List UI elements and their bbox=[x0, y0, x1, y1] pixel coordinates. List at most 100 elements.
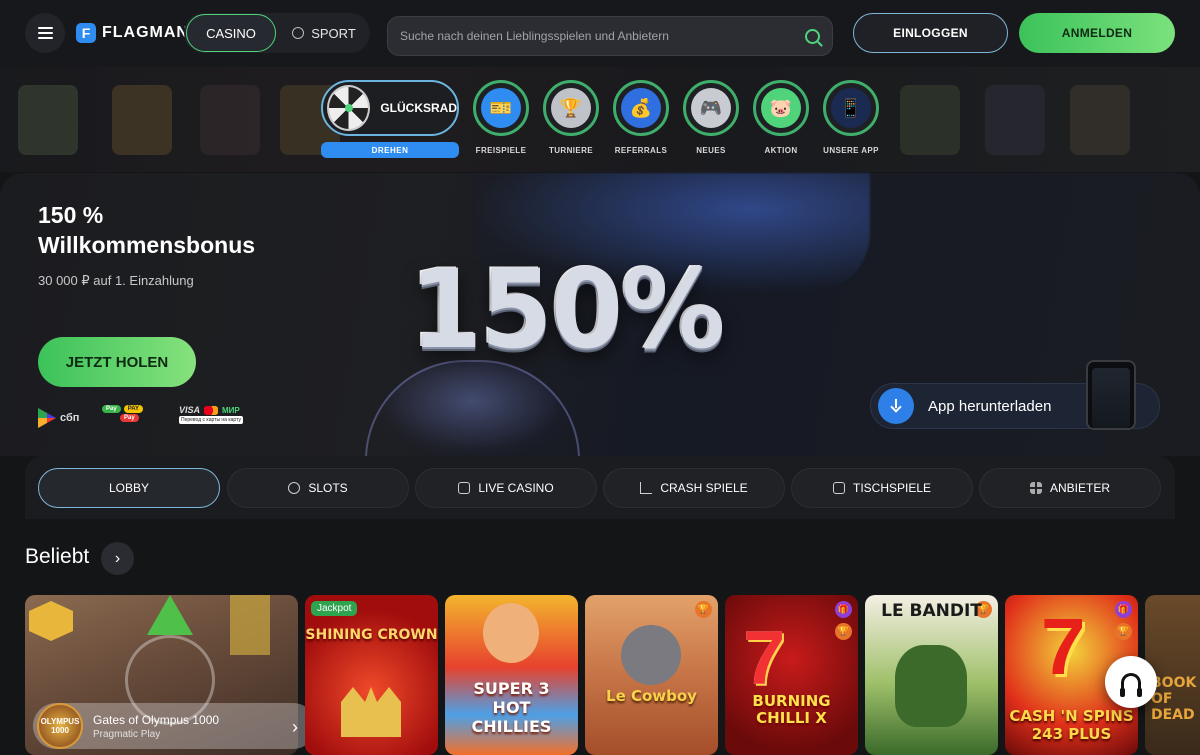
game-card[interactable]: 🎁 🏆 7 BURNING CHILLI X bbox=[725, 595, 858, 755]
featured-game-thumb: OLYMPUS 1000 bbox=[37, 703, 83, 749]
logo[interactable]: F FLAGMAN bbox=[76, 22, 189, 44]
search-input[interactable] bbox=[400, 29, 805, 43]
tab-live-casino[interactable]: LIVE CASINO bbox=[415, 468, 597, 508]
game-tile-blur bbox=[1070, 85, 1130, 155]
quicknav-neues[interactable]: 🎮 bbox=[682, 80, 740, 136]
login-button[interactable]: EINLOGGEN bbox=[853, 13, 1008, 53]
chart-up-icon bbox=[640, 482, 653, 494]
raccoon-art bbox=[621, 625, 681, 685]
tournament-icon: 🏆 bbox=[835, 623, 852, 640]
quicknav-label: NEUES bbox=[696, 146, 726, 155]
sbp-text: сбп bbox=[60, 412, 80, 424]
banner-title: 150 % Willkommensbonus bbox=[38, 200, 255, 260]
gamepad-icon: 🎮 bbox=[691, 88, 731, 128]
bandit-art bbox=[895, 645, 967, 727]
sbp-icon bbox=[38, 408, 56, 428]
seven-art: 7 bbox=[743, 616, 786, 701]
banner-title-line1: 150 % bbox=[38, 202, 104, 228]
section-more-button[interactable]: › bbox=[101, 542, 134, 575]
live-icon bbox=[458, 482, 471, 494]
menu-button[interactable] bbox=[25, 13, 65, 53]
chevron-right-icon: › bbox=[292, 717, 298, 737]
gift-icon: 🎁 bbox=[835, 601, 852, 618]
game-card[interactable]: SUPER 3 HOT CHILLIES bbox=[445, 595, 578, 755]
headset-icon bbox=[1120, 673, 1142, 697]
sbp-logo: сбп bbox=[38, 405, 79, 431]
tab-anbieter[interactable]: ANBIETER bbox=[979, 468, 1161, 508]
spin-button[interactable]: DREHEN bbox=[321, 142, 459, 158]
mir-logo: МИР bbox=[222, 405, 240, 415]
tab-label: LIVE CASINO bbox=[478, 481, 554, 495]
tab-crash-spiele[interactable]: CRASH SPIELE bbox=[603, 468, 785, 508]
menu-icon-line bbox=[37, 37, 53, 39]
download-icon bbox=[878, 388, 914, 424]
quicknav-referrals[interactable]: 💰 bbox=[612, 80, 670, 136]
app-download-label: App herunterladen bbox=[928, 397, 1052, 415]
gem-art bbox=[230, 595, 270, 655]
trophy-icon: 🏆 bbox=[551, 88, 591, 128]
mastercard-icon bbox=[204, 405, 219, 415]
logo-text: FLAGMAN bbox=[102, 24, 189, 41]
game-title: BURNING CHILLI X bbox=[752, 692, 831, 727]
pay-pill: PAY bbox=[123, 405, 144, 413]
sport-tab[interactable]: SPORT bbox=[284, 14, 364, 52]
quicknav-label: FREISPIELE bbox=[475, 146, 527, 155]
phone-mockup bbox=[1086, 360, 1136, 430]
wheel-label: GLÜCKSRAD bbox=[380, 101, 457, 115]
game-tile-blur bbox=[200, 85, 260, 155]
menu-icon-line bbox=[37, 32, 53, 34]
visa-logo: VISA bbox=[179, 405, 201, 415]
game-title: CASH 'N SPINS 243 PLUS bbox=[1009, 707, 1134, 743]
game-tile-blur bbox=[112, 85, 172, 155]
game-title: SHINING CROWN bbox=[305, 627, 438, 643]
tab-label: ANBIETER bbox=[1049, 481, 1110, 495]
seven-art: 7 bbox=[1041, 602, 1086, 691]
quicknav-aktion[interactable]: 🐷 bbox=[752, 80, 810, 136]
logo-mark-icon: F bbox=[76, 23, 96, 43]
money-bag-icon: 💰 bbox=[621, 88, 661, 128]
pay-pill: Pay bbox=[102, 405, 121, 413]
tab-label: TISCHSPIELE bbox=[852, 481, 932, 495]
jackpot-badge: Jackpot bbox=[311, 601, 358, 616]
search-bar bbox=[387, 16, 833, 56]
quicknav-label: REFERRALS bbox=[614, 146, 668, 155]
tournament-icon: 🏆 bbox=[1115, 623, 1132, 640]
tab-lobby[interactable]: LOBBY bbox=[38, 468, 220, 508]
card-logos: VISA МИР Перевод с карты на карту bbox=[179, 405, 243, 431]
wheel-icon bbox=[327, 85, 371, 131]
chef-art bbox=[483, 603, 539, 663]
tab-slots[interactable]: SLOTS bbox=[227, 468, 409, 508]
wheel-of-fortune-button[interactable]: GLÜCKSRAD bbox=[321, 80, 459, 136]
game-tile-blur bbox=[985, 85, 1045, 155]
tab-label: LOBBY bbox=[108, 481, 150, 495]
featured-game-provider: Pragmatic Play bbox=[93, 728, 161, 740]
game-tile-blur bbox=[18, 85, 78, 155]
casino-tab[interactable]: CASINO bbox=[186, 14, 276, 52]
banner-title-line2: Willkommensbonus bbox=[38, 232, 256, 258]
tab-label: SLOTS bbox=[308, 481, 348, 495]
tab-tischspiele[interactable]: TISCHSPIELE bbox=[791, 468, 973, 508]
game-tile-blur bbox=[900, 85, 960, 155]
claim-bonus-button[interactable]: JETZT HOLEN bbox=[38, 337, 196, 387]
tournament-icon: 🏆 bbox=[695, 601, 712, 618]
quicknav-unsere-app[interactable]: 📱 bbox=[822, 80, 880, 136]
quicknav-label: AKTION bbox=[764, 146, 798, 155]
football-icon bbox=[292, 27, 305, 39]
banner-promo-number: 150% bbox=[410, 244, 725, 374]
ticket-icon: 🎫 bbox=[481, 88, 521, 128]
gem-art bbox=[29, 601, 73, 641]
quicknav-label: TURNIERE bbox=[548, 146, 594, 155]
card-transfer-label: Перевод с карты на карту bbox=[179, 416, 243, 424]
game-title: Le Cowboy bbox=[606, 687, 697, 705]
game-card[interactable]: 🏆 LE BANDIT bbox=[865, 595, 998, 755]
game-card[interactable]: Jackpot SHINING CROWN bbox=[305, 595, 438, 755]
register-button[interactable]: ANMELDEN bbox=[1019, 13, 1175, 53]
quicknav-turniere[interactable]: 🏆 bbox=[542, 80, 600, 136]
grid-icon bbox=[1029, 482, 1042, 494]
support-chat-button[interactable] bbox=[1105, 656, 1157, 708]
pay-pill: Pay bbox=[120, 414, 139, 422]
search-icon[interactable] bbox=[805, 28, 820, 44]
quicknav-freispiele[interactable]: 🎫 bbox=[472, 80, 530, 136]
featured-game-info[interactable]: OLYMPUS 1000 Gates of Olympus 1000 Pragm… bbox=[33, 703, 316, 749]
game-card[interactable]: 🏆 Le Cowboy bbox=[585, 595, 718, 755]
